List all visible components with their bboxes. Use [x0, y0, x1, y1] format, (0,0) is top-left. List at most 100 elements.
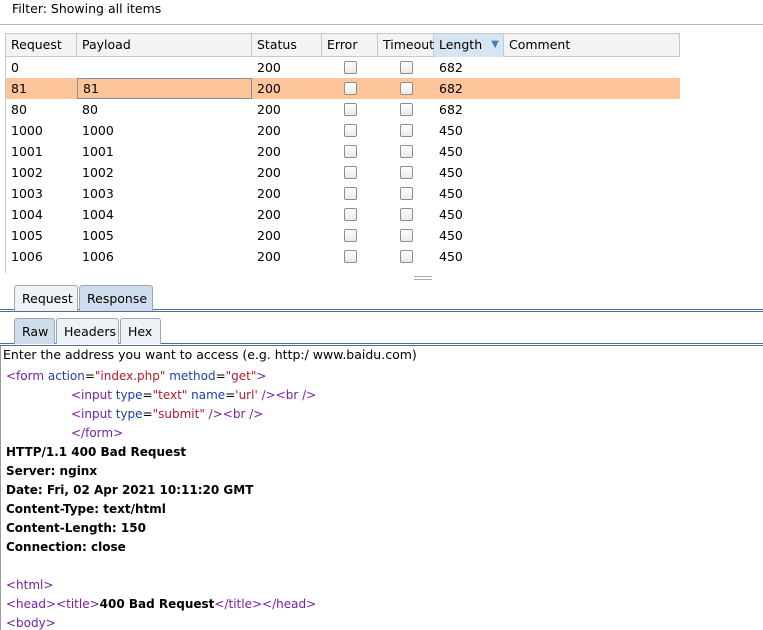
form-method-value: "get" — [225, 369, 257, 383]
table-row[interactable]: 1006 1006 200 450 — [6, 246, 680, 267]
error-checkbox[interactable] — [344, 124, 357, 137]
payload-cell: 1005 — [82, 228, 114, 243]
header-content-length: Content-Length: 150 — [6, 521, 146, 535]
comment-cell — [504, 183, 680, 204]
length-cell: 450 — [439, 186, 463, 201]
error-checkbox[interactable] — [344, 229, 357, 242]
error-checkbox[interactable] — [344, 82, 357, 95]
sort-descending-icon: ▼ — [491, 39, 499, 50]
results-table: Request Payload Status Error Timeout Length ▼ C… — [5, 33, 763, 273]
tab-response[interactable]: Response — [79, 285, 153, 311]
head-title-line: <head><title>400 Bad Request</title></he… — [6, 595, 316, 614]
timeout-checkbox[interactable] — [400, 145, 413, 158]
request-cell: 1000 — [11, 123, 43, 138]
error-checkbox[interactable] — [344, 187, 357, 200]
payload-cell: 1002 — [82, 165, 114, 180]
payload-cell: 1006 — [82, 249, 114, 264]
header-server: Server: nginx — [6, 464, 98, 478]
status-cell: 200 — [257, 228, 281, 243]
request-cell: 1005 — [11, 228, 43, 243]
form-close-line: </form> — [71, 426, 124, 440]
table-row[interactable]: 1005 1005 200 450 — [6, 225, 680, 246]
timeout-checkbox[interactable] — [400, 124, 413, 137]
error-checkbox[interactable] — [344, 250, 357, 263]
column-header-timeout[interactable]: Timeout — [378, 34, 434, 57]
column-header-status[interactable]: Status — [252, 34, 322, 57]
tab-hex[interactable]: Hex — [120, 318, 161, 344]
submit-type-attr: type — [111, 407, 143, 421]
tab-headers[interactable]: Headers — [56, 318, 119, 344]
request-cell: 81 — [11, 81, 27, 96]
table-row[interactable]: 81 81 200 682 — [6, 78, 680, 99]
results-grid: Request Payload Status Error Timeout Length ▼ C… — [6, 33, 680, 267]
column-header-label: Error — [327, 37, 358, 52]
input-eq-1: = — [142, 388, 153, 402]
filter-bar[interactable]: Filter: Showing all items — [0, 0, 763, 25]
column-header-request[interactable]: Request — [6, 34, 77, 57]
timeout-checkbox[interactable] — [400, 250, 413, 263]
error-checkbox[interactable] — [344, 208, 357, 221]
payload-cell: 80 — [82, 102, 98, 117]
error-checkbox[interactable] — [344, 61, 357, 74]
header-date: Date: Fri, 02 Apr 2021 10:11:20 GMT — [6, 483, 254, 497]
column-header-payload[interactable]: Payload — [77, 34, 252, 57]
comment-cell — [504, 162, 680, 183]
tab-raw[interactable]: Raw — [14, 318, 55, 344]
payload-cell: 81 — [77, 78, 252, 99]
table-row[interactable]: 80 80 200 682 — [6, 99, 680, 120]
table-row[interactable]: 1002 1002 200 450 — [6, 162, 680, 183]
submit-tag: <input — [71, 407, 112, 421]
request-cell: 1004 — [11, 207, 43, 222]
table-row[interactable]: 1001 1001 200 450 — [6, 141, 680, 162]
table-row[interactable]: 0 200 682 — [6, 57, 680, 78]
status-cell: 200 — [257, 144, 281, 159]
pane-splitter[interactable] — [0, 274, 763, 281]
timeout-checkbox[interactable] — [400, 166, 413, 179]
timeout-checkbox[interactable] — [400, 229, 413, 242]
comment-cell — [504, 204, 680, 225]
input-name-attr: name — [187, 388, 226, 402]
column-header-comment[interactable]: Comment — [504, 34, 680, 57]
splitter-grip-icon[interactable] — [414, 276, 432, 280]
timeout-checkbox[interactable] — [400, 103, 413, 116]
column-header-length[interactable]: Length ▼ — [434, 34, 504, 57]
request-cell: 1002 — [11, 165, 43, 180]
form-action-attr: action — [44, 369, 85, 383]
timeout-checkbox[interactable] — [400, 61, 413, 74]
table-row[interactable]: 1000 1000 200 450 — [6, 120, 680, 141]
response-intro-text: Enter the address you want to access (e.… — [3, 347, 417, 362]
length-cell: 450 — [439, 207, 463, 222]
error-checkbox[interactable] — [344, 145, 357, 158]
status-cell: 200 — [257, 207, 281, 222]
error-checkbox[interactable] — [344, 103, 357, 116]
column-header-label: Request — [11, 37, 62, 52]
length-cell: 450 — [439, 249, 463, 264]
status-cell: 200 — [257, 102, 281, 117]
submit-eq: = — [142, 407, 153, 421]
length-cell: 450 — [439, 123, 463, 138]
input-type-value: "text" — [152, 388, 188, 402]
comment-cell — [504, 225, 680, 246]
timeout-checkbox[interactable] — [400, 208, 413, 221]
request-cell: 1001 — [11, 144, 43, 159]
response-raw-view[interactable]: Enter the address you want to access (e.… — [0, 346, 763, 630]
timeout-checkbox[interactable] — [400, 187, 413, 200]
title-text: 400 Bad Request — [99, 597, 215, 611]
comment-cell — [504, 120, 680, 141]
error-checkbox[interactable] — [344, 166, 357, 179]
tab-request[interactable]: Request — [14, 285, 78, 311]
input-tag: <input — [71, 388, 112, 402]
head-title-close: </title></head> — [214, 597, 317, 611]
comment-cell — [504, 78, 680, 99]
column-header-label: Status — [257, 37, 297, 52]
table-row[interactable]: 1004 1004 200 450 — [6, 204, 680, 225]
column-header-error[interactable]: Error — [322, 34, 378, 57]
table-header: Request Payload Status Error Timeout Length ▼ C… — [6, 33, 680, 57]
input-type-attr: type — [111, 388, 143, 402]
filter-label: Filter: Showing all items — [12, 1, 162, 16]
payload-cell: 1000 — [82, 123, 114, 138]
status-cell: 200 — [257, 123, 281, 138]
comment-cell — [504, 141, 680, 162]
timeout-checkbox[interactable] — [400, 82, 413, 95]
table-row[interactable]: 1003 1003 200 450 — [6, 183, 680, 204]
